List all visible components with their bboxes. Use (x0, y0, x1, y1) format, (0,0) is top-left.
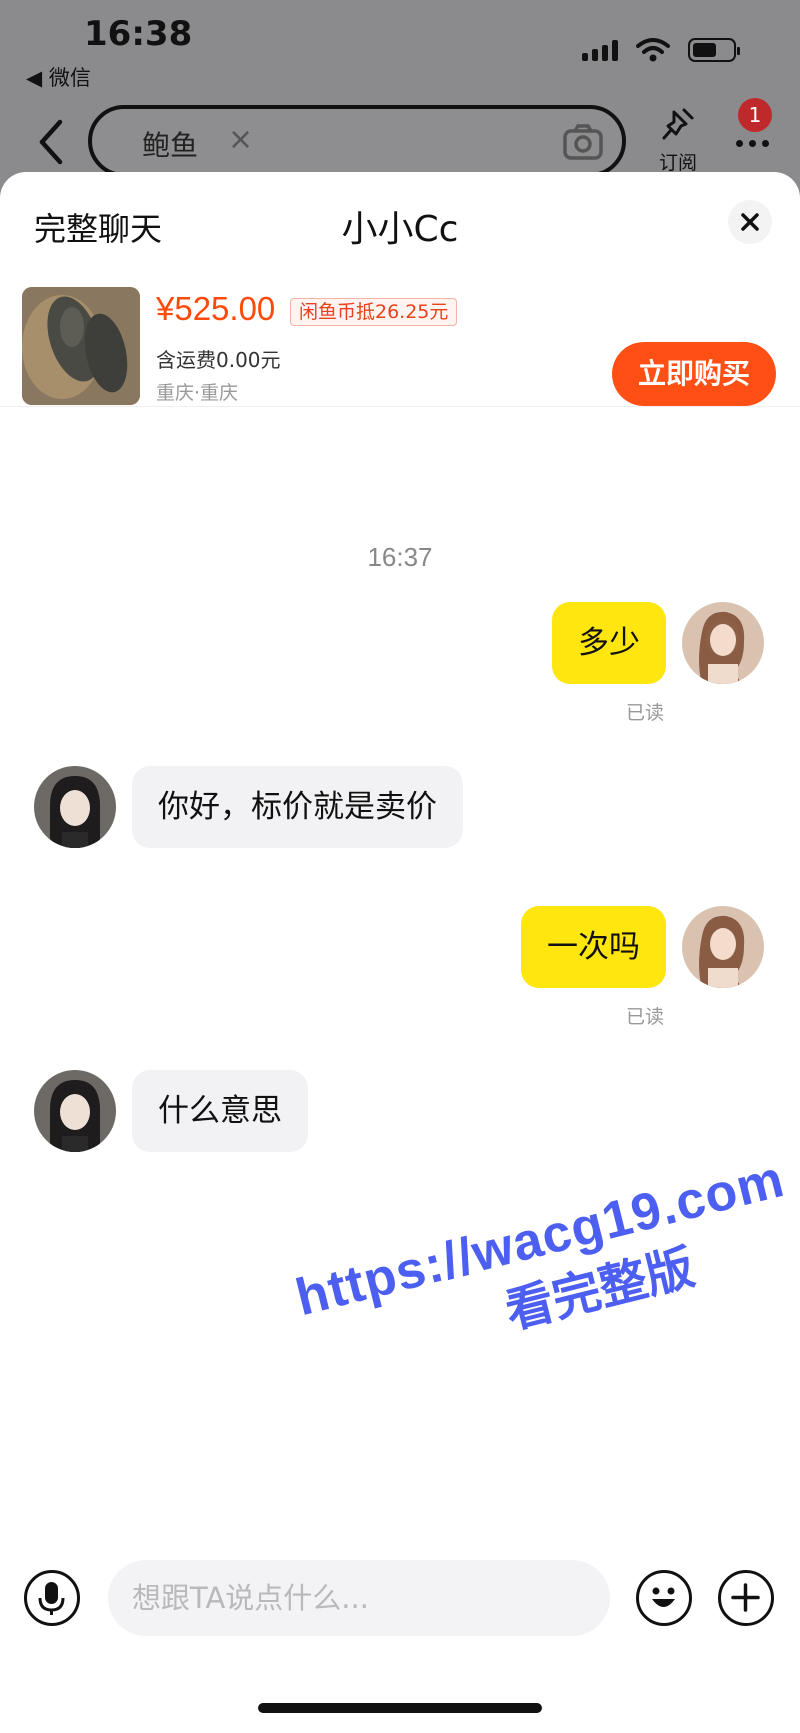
chat-title: 小小Cc (341, 209, 459, 250)
chat-timestamp: 16:37 (367, 542, 433, 572)
emoji-button[interactable] (636, 1570, 692, 1626)
pin-icon (662, 108, 694, 140)
search-bar[interactable]: 鲍鱼 × (88, 105, 626, 177)
background-app: 16:38 ◀ 微信 鲍鱼 × 订阅 1 (0, 0, 800, 200)
notification-badge: 1 (738, 98, 772, 132)
status-time: 16:38 (84, 14, 193, 54)
plus-icon (731, 1583, 760, 1612)
message-bubble-them[interactable]: 什么意思 (132, 1070, 308, 1152)
signal-icon (582, 39, 618, 61)
seller-avatar[interactable] (34, 1070, 116, 1152)
message-bubble-me[interactable]: 一次吗 (521, 906, 666, 988)
mic-icon (38, 1582, 65, 1615)
message-bubble-me[interactable]: 多少 (552, 602, 666, 684)
subscribe-label: 订阅 (658, 152, 697, 174)
shipping-fee: 含运费0.00元 (156, 348, 281, 372)
product-location: 重庆·重庆 (156, 382, 239, 404)
product-price: ¥525.00 (156, 290, 276, 327)
more-icon[interactable] (736, 140, 769, 147)
back-to-wechat[interactable]: ◀ 微信 (26, 62, 91, 92)
subscribe-button[interactable]: 订阅 (654, 108, 702, 175)
voice-button[interactable] (24, 1570, 80, 1626)
my-avatar[interactable] (682, 602, 764, 684)
back-chevron-icon[interactable] (34, 118, 68, 166)
message-input[interactable] (108, 1560, 610, 1636)
close-icon (741, 213, 759, 231)
seller-avatar[interactable] (34, 766, 116, 848)
clear-search-icon[interactable]: × (228, 122, 253, 157)
close-button[interactable] (728, 200, 772, 244)
product-card[interactable]: ¥525.00 闲鱼币抵26.25元 含运费0.00元 重庆·重庆 立即购买 (0, 282, 800, 407)
sheet-header: 完整聊天 小小Cc (0, 172, 800, 272)
read-status: 已读 (626, 1006, 665, 1028)
home-indicator (258, 1703, 542, 1713)
wifi-icon (636, 38, 670, 62)
chat-sheet: 完整聊天 小小Cc ¥525.00 闲鱼币抵26.25元 含运费0.00元 重庆… (0, 172, 800, 1733)
status-icons (582, 38, 740, 62)
battery-icon (688, 38, 740, 62)
search-query: 鲍鱼 (142, 129, 199, 162)
product-image[interactable] (22, 287, 140, 405)
message-bubble-them[interactable]: 你好，标价就是卖价 (132, 766, 463, 848)
camera-icon[interactable] (562, 123, 604, 161)
input-bar (0, 1560, 800, 1640)
read-status: 已读 (626, 702, 665, 724)
plus-button[interactable] (718, 1570, 774, 1626)
coin-discount-tag: 闲鱼币抵26.25元 (290, 298, 458, 326)
emoji-icon (652, 1587, 675, 1607)
buy-now-button[interactable]: 立即购买 (612, 342, 776, 406)
my-avatar[interactable] (682, 906, 764, 988)
